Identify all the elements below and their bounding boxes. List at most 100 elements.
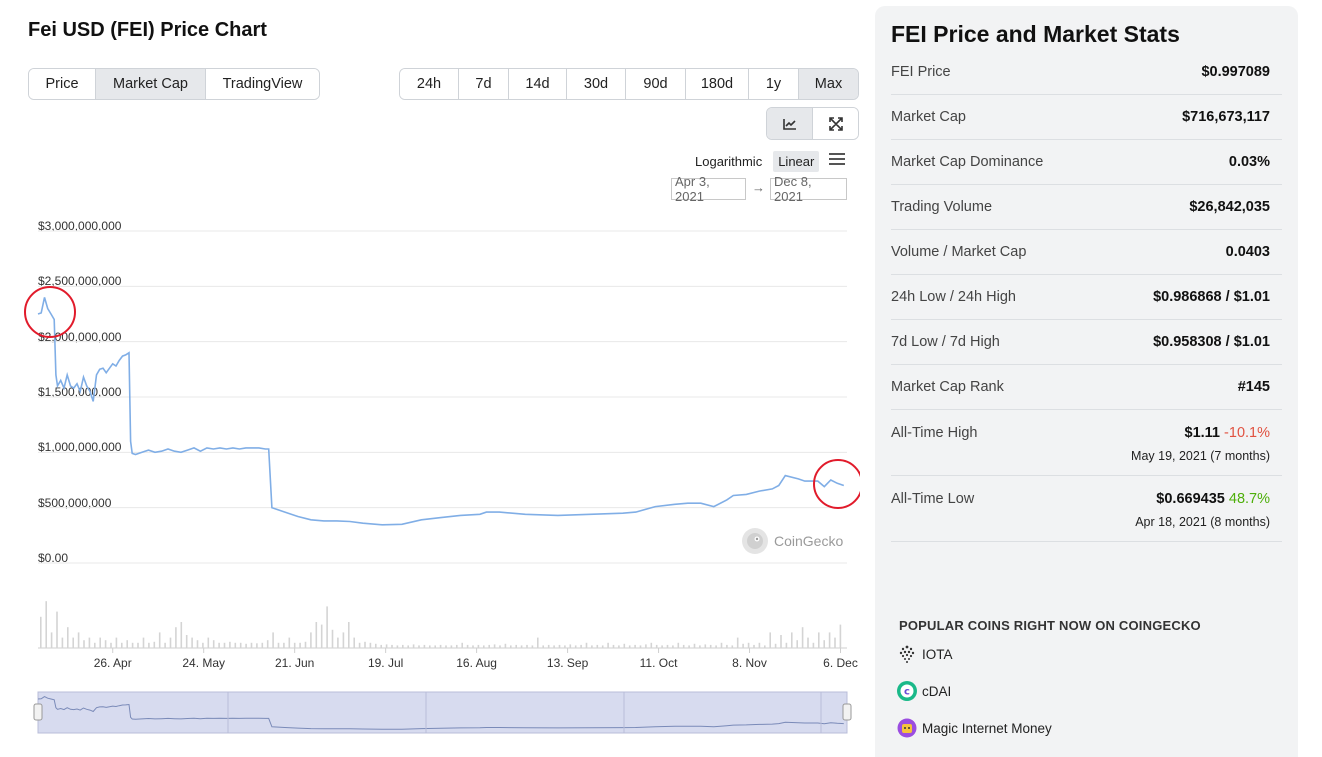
atl-value: $0.669435 bbox=[1156, 491, 1225, 507]
volume-bar bbox=[634, 644, 636, 648]
volume-bar bbox=[796, 640, 798, 648]
volume-bar bbox=[245, 643, 247, 648]
mim-icon bbox=[897, 718, 917, 738]
coin-link-mim[interactable]: Magic Internet Money bbox=[897, 718, 1052, 738]
volume-bar bbox=[520, 645, 523, 648]
volume-bar bbox=[288, 637, 291, 648]
volume-bar bbox=[596, 644, 599, 648]
navigator-handle-left[interactable] bbox=[33, 703, 43, 721]
volume-bar bbox=[801, 627, 804, 648]
volume-bar bbox=[402, 644, 404, 648]
volume-bar bbox=[812, 642, 815, 648]
stat-row-ath: All-Time High $1.11 -10.1% May 19, 2021 … bbox=[891, 410, 1282, 476]
stat-label: Market Cap Dominance bbox=[891, 154, 1044, 170]
volume-bar bbox=[272, 632, 274, 648]
volume-bar bbox=[758, 642, 761, 648]
volume-bar bbox=[726, 644, 728, 648]
volume-bar bbox=[207, 637, 210, 648]
volume-bar bbox=[234, 642, 237, 648]
volume-bar bbox=[50, 632, 53, 648]
volume-bar bbox=[537, 637, 539, 648]
coin-link-iota[interactable]: IOTA bbox=[897, 644, 953, 664]
volume-bar bbox=[256, 643, 258, 648]
volume-bar bbox=[434, 645, 436, 648]
volume-bar bbox=[645, 644, 647, 648]
volume-bar bbox=[348, 622, 350, 648]
coingecko-logo-icon bbox=[742, 528, 768, 554]
volume-bar bbox=[564, 645, 566, 648]
volume-bar bbox=[628, 645, 631, 648]
volume-bar bbox=[396, 645, 399, 648]
volume-bar bbox=[612, 644, 615, 648]
volume-bar bbox=[747, 642, 750, 648]
volume-bar bbox=[731, 645, 734, 648]
volume-bar bbox=[277, 642, 280, 648]
volume-bar bbox=[666, 644, 669, 648]
stat-label: Market Cap bbox=[891, 109, 966, 125]
volume-bar bbox=[558, 644, 561, 648]
volume-bar bbox=[153, 641, 156, 648]
volume-bar bbox=[450, 645, 453, 648]
volume-bar bbox=[218, 642, 220, 648]
stat-value: $0.669435 48.7% bbox=[1156, 491, 1270, 507]
volume-bar bbox=[67, 627, 69, 648]
volume-bar bbox=[239, 642, 242, 648]
volume-bar bbox=[688, 645, 690, 648]
volume-bar bbox=[650, 642, 653, 648]
volume-bar bbox=[639, 645, 642, 648]
volume-bar bbox=[110, 642, 112, 648]
volume-bar bbox=[283, 642, 285, 648]
volume-bar bbox=[391, 644, 393, 648]
volume-bar bbox=[358, 642, 361, 648]
volume-bar bbox=[655, 644, 658, 648]
volume-bar bbox=[375, 643, 377, 648]
volume-bar bbox=[121, 642, 123, 648]
volume-bar bbox=[526, 644, 528, 648]
volume-bar bbox=[769, 632, 771, 648]
stats-title: FEI Price and Market Stats bbox=[891, 21, 1180, 47]
volume-bar bbox=[704, 644, 707, 648]
iota-icon bbox=[897, 644, 917, 664]
volume-bar bbox=[466, 644, 469, 648]
coin-link-cdai[interactable]: c cDAI bbox=[897, 681, 951, 701]
stat-value: $0.997089 bbox=[1201, 64, 1270, 80]
volume-bar bbox=[764, 645, 766, 648]
volume-bar bbox=[310, 632, 312, 648]
stat-value: $0.958308 / $1.01 bbox=[1153, 334, 1270, 350]
volume-bar bbox=[304, 641, 307, 648]
volume-bar bbox=[142, 637, 145, 648]
stat-row: Volume / Market Cap 0.0403 bbox=[891, 230, 1282, 275]
volume-bar bbox=[682, 644, 685, 648]
stat-label: Market Cap Rank bbox=[891, 379, 1004, 395]
coin-name: cDAI bbox=[922, 683, 952, 699]
stat-value: $26,842,035 bbox=[1189, 199, 1270, 215]
volume-bar bbox=[569, 644, 572, 648]
volume-bar bbox=[531, 645, 534, 648]
ath-change: -10.1% bbox=[1224, 425, 1270, 441]
stat-label: 7d Low / 7d High bbox=[891, 334, 1000, 350]
volume-bar bbox=[753, 644, 755, 648]
volume-bar bbox=[337, 637, 339, 648]
volume-bar bbox=[839, 624, 842, 648]
volume-bar bbox=[185, 635, 188, 648]
volume-bar bbox=[828, 632, 831, 648]
volume-bar bbox=[418, 645, 420, 648]
popular-coins-title: POPULAR COINS RIGHT NOW ON COINGECKO bbox=[899, 618, 1201, 633]
market-cap-chart[interactable] bbox=[0, 0, 860, 757]
volume-bar bbox=[83, 640, 85, 648]
stat-value: 0.0403 bbox=[1225, 244, 1270, 260]
stat-label: All-Time Low bbox=[891, 491, 975, 507]
volume-bar bbox=[77, 632, 80, 648]
volume-bar bbox=[623, 643, 626, 648]
volume-bar bbox=[115, 637, 118, 648]
stat-row: Market Cap $716,673,117 bbox=[891, 95, 1282, 140]
volume-bar bbox=[315, 622, 318, 648]
volume-bar bbox=[445, 645, 447, 648]
volume-bar bbox=[104, 640, 107, 648]
stat-row: Trading Volume $26,842,035 bbox=[891, 185, 1282, 230]
volume-bar bbox=[547, 644, 550, 648]
volume-bar bbox=[477, 644, 480, 648]
volume-bar bbox=[736, 637, 739, 648]
volume-bar bbox=[774, 643, 777, 648]
navigator-handle-right[interactable] bbox=[842, 703, 852, 721]
